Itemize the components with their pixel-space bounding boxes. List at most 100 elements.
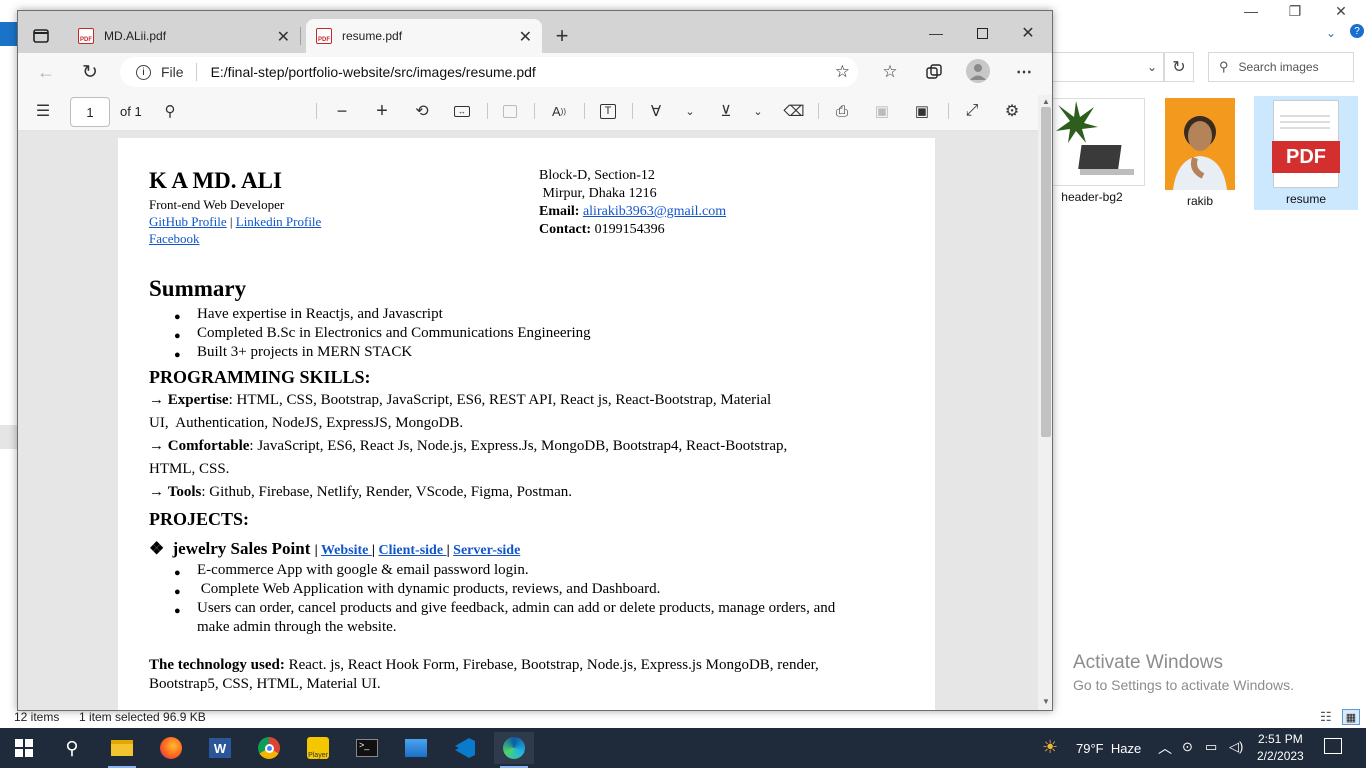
search-icon[interactable]: ⚲ xyxy=(52,732,92,764)
zoom-in-icon[interactable]: + xyxy=(372,100,392,122)
browser-toolbar: ← ↻ i File E:/final-step/portfolio-websi… xyxy=(18,53,1052,91)
settings-gear-icon[interactable]: ⚙ xyxy=(1002,101,1022,121)
zoom-out-icon[interactable]: − xyxy=(332,101,352,121)
vscode-icon[interactable] xyxy=(445,732,485,764)
vertical-scrollbar[interactable]: ▲ ▼ xyxy=(1038,95,1052,710)
close-tab-icon[interactable]: ✕ xyxy=(277,27,290,47)
client-side-link[interactable]: Client-side xyxy=(379,543,447,558)
facebook-link[interactable]: Facebook xyxy=(149,231,200,246)
help-icon[interactable]: ? xyxy=(1350,24,1364,38)
file-label: resume xyxy=(1285,192,1326,206)
linkedin-link[interactable]: Linkedin Profile xyxy=(236,214,322,229)
collections-icon[interactable] xyxy=(922,60,946,84)
favorites-icon[interactable]: ☆ xyxy=(878,60,902,84)
explorer-address-dropdown[interactable]: ⌄ xyxy=(1052,52,1164,82)
close-tab-icon[interactable]: ✕ xyxy=(519,27,532,47)
fit-width-icon[interactable]: ↔ xyxy=(452,101,472,121)
explorer-close-button[interactable]: ✕ xyxy=(1318,0,1364,22)
explorer-minimize-button[interactable]: — xyxy=(1228,0,1274,22)
close-window-button[interactable]: ✕ xyxy=(1010,19,1046,47)
project-point: Users can order, cancel products and giv… xyxy=(197,600,836,616)
address-bar[interactable]: i File E:/final-step/portfolio-website/s… xyxy=(120,57,858,87)
scrollbar-thumb[interactable] xyxy=(1041,107,1051,437)
maximize-button[interactable] xyxy=(964,19,1000,47)
github-link[interactable]: GitHub Profile xyxy=(149,214,227,229)
chevron-up-icon[interactable]: ︿ xyxy=(1158,738,1172,758)
details-view-icon[interactable]: ☷ xyxy=(1320,709,1332,725)
rotate-icon[interactable]: ⟲ xyxy=(412,101,432,121)
windows-taskbar: ⚲ W Player >_ ☀ 79°F Haze ︿ ⊙ ▭ ◁) 2:51 … xyxy=(0,728,1366,768)
contents-list-icon[interactable]: ☰ xyxy=(32,101,54,121)
contact-label: Contact: xyxy=(539,222,592,237)
read-aloud-icon[interactable]: A)) xyxy=(548,101,570,121)
weather-icon[interactable]: ☀ xyxy=(1042,737,1058,758)
file-item-header-bg2[interactable]: header-bg2 xyxy=(1040,96,1145,210)
more-options-icon[interactable]: ⋯ xyxy=(1012,60,1036,84)
scroll-up-icon[interactable]: ▲ xyxy=(1042,97,1050,106)
profile-links: GitHub Profile | Linkedin Profile xyxy=(149,214,321,230)
chevron-down-icon[interactable]: ⌄ xyxy=(682,101,698,121)
tab-md-alii[interactable]: PDF MD.ALii.pdf ✕ xyxy=(68,19,300,53)
comfortable-label: Comfortable xyxy=(167,438,250,454)
page-number-input[interactable]: 1 xyxy=(70,97,110,127)
chevron-down-icon[interactable]: ⌄ xyxy=(750,101,766,121)
weather-text[interactable]: 79°F Haze xyxy=(1076,741,1141,756)
technology-label: The technology used: xyxy=(149,657,285,673)
terminal-icon[interactable]: >_ xyxy=(347,732,387,764)
location-icon[interactable]: ⊙ xyxy=(1182,739,1193,755)
minimize-button[interactable]: — xyxy=(918,19,954,47)
edge-browser-window: PDF MD.ALii.pdf ✕ PDF resume.pdf ✕ + — ✕… xyxy=(17,10,1053,711)
erase-icon[interactable]: ⌫ xyxy=(783,101,804,121)
refresh-icon[interactable]: ↻ xyxy=(78,60,102,84)
save-icon[interactable]: ▣ xyxy=(872,101,892,121)
volume-icon[interactable]: ◁) xyxy=(1229,739,1243,755)
server-side-link[interactable]: Server-side xyxy=(453,543,520,558)
technology-line-2: Bootstrap5, CSS, HTML, Material UI. xyxy=(149,676,381,692)
network-icon[interactable]: ▭ xyxy=(1205,739,1217,755)
chrome-icon[interactable] xyxy=(249,732,289,764)
file-item-rakib[interactable]: rakib xyxy=(1148,96,1252,210)
back-arrow-icon[interactable]: ← xyxy=(34,60,58,84)
draw-icon[interactable]: ∀ xyxy=(646,101,666,121)
notifications-icon[interactable] xyxy=(1324,738,1342,754)
add-favorite-icon[interactable]: ☆ xyxy=(835,62,850,82)
fullscreen-icon[interactable]: ⤢ xyxy=(962,101,982,121)
scroll-down-icon[interactable]: ▼ xyxy=(1042,697,1050,706)
explorer-refresh-button[interactable]: ↻ xyxy=(1164,52,1194,82)
large-icons-view-icon[interactable]: ▦ xyxy=(1342,709,1360,725)
explorer-search-input[interactable]: ⚲ Search images xyxy=(1208,52,1354,82)
print-icon[interactable]: ⎙ xyxy=(832,101,852,121)
bullet: ● xyxy=(174,586,181,598)
website-link[interactable]: Website xyxy=(321,543,372,558)
email-link[interactable]: alirakib3963@gmail.com xyxy=(583,204,726,219)
profile-avatar-icon[interactable] xyxy=(966,59,990,83)
toolbar-separator xyxy=(584,103,585,119)
add-text-icon[interactable]: T xyxy=(598,101,618,121)
search-icon[interactable]: ⚲ xyxy=(160,101,180,121)
page-view-icon[interactable] xyxy=(500,101,520,121)
tab-actions-icon[interactable] xyxy=(30,25,52,47)
word-icon[interactable]: W xyxy=(200,732,240,764)
save-as-icon[interactable]: ▣ xyxy=(912,101,932,121)
tools-line: → Tools: Github, Firebase, Netlify, Rend… xyxy=(149,484,572,500)
pdf-page-viewport[interactable]: K A MD. ALI Front-end Web Developer GitH… xyxy=(18,131,1038,710)
new-tab-button[interactable]: + xyxy=(550,23,574,48)
tab-resume[interactable]: PDF resume.pdf ✕ xyxy=(306,19,542,53)
explorer-nav-item[interactable] xyxy=(0,425,17,449)
explorer-maximize-button[interactable]: ❐ xyxy=(1272,0,1318,22)
file-explorer-icon[interactable] xyxy=(102,732,142,768)
highlight-icon[interactable]: ⊻ xyxy=(716,101,736,121)
windows-start-icon[interactable] xyxy=(4,732,44,764)
edge-icon[interactable] xyxy=(494,732,534,768)
firefox-icon[interactable] xyxy=(151,732,191,764)
email-line: Email: alirakib3963@gmail.com xyxy=(539,204,726,220)
file-label: rakib xyxy=(1186,194,1213,208)
facebook-line: Facebook xyxy=(149,231,200,247)
chevron-down-icon[interactable]: ⌄ xyxy=(1326,26,1336,40)
clock-date[interactable]: 2/2/2023 xyxy=(1257,749,1304,763)
player-icon[interactable]: Player xyxy=(298,732,338,764)
explorer-status-bar: 12 items 1 item selected 96.9 KB ☷ ▦ xyxy=(0,709,1366,728)
clock-time[interactable]: 2:51 PM xyxy=(1258,732,1303,746)
photos-icon[interactable] xyxy=(396,732,436,764)
file-item-resume[interactable]: PDF resume xyxy=(1254,96,1358,210)
